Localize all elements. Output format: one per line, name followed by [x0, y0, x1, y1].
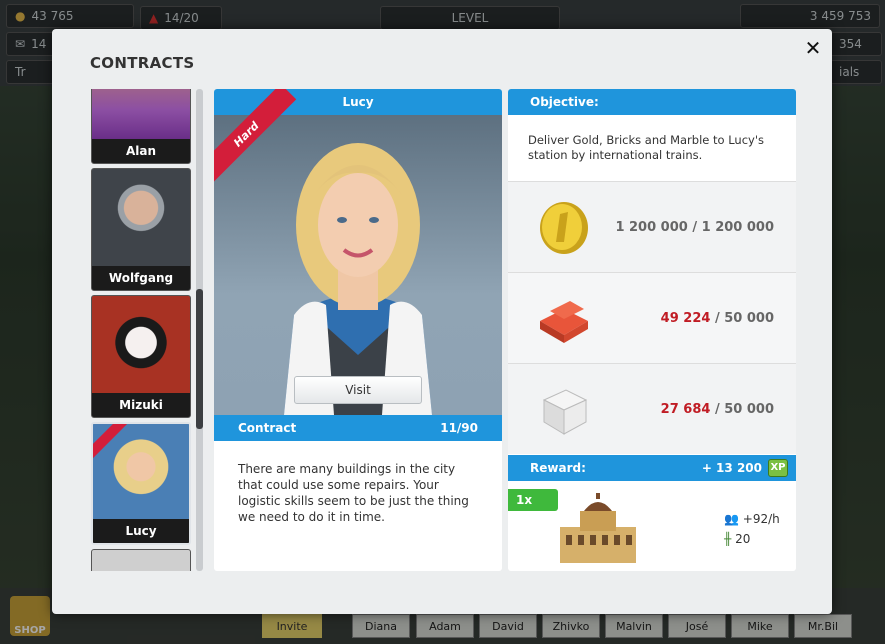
gold-coin-icon	[540, 202, 588, 254]
objective-item-gold: 1 200 000 / 1 200 000	[508, 181, 796, 272]
reward-stats: 👥 +92/h ╫ 20	[724, 509, 780, 549]
objective-item-marble: 27 684 / 50 000	[508, 363, 796, 454]
reward-header: Reward: + 13 200 XP	[508, 455, 796, 481]
contracts-dialog: CONTRACTS ✕ Alan Wolfgang Mizuki Lucy Lu…	[52, 29, 832, 614]
avatar	[92, 89, 190, 139]
reward-passengers: +92/h	[742, 512, 780, 526]
objective-current: 27 684	[660, 401, 711, 417]
marble-icon	[542, 389, 588, 435]
objective-panel: Objective: Deliver Gold, Bricks and Marb…	[508, 89, 796, 571]
contact-name: Mizuki	[92, 393, 190, 417]
bricks-icon	[540, 301, 588, 343]
close-icon[interactable]: ✕	[802, 37, 824, 59]
avatar	[92, 550, 190, 571]
contact-name: Wolfgang	[92, 266, 190, 290]
contract-progress-bar: Contract 11/90	[214, 415, 502, 441]
lucy-illustration	[284, 143, 432, 415]
objective-value: 49 224 / 50 000	[660, 310, 774, 326]
passengers-icon: 👥	[724, 512, 739, 526]
contract-progress: 11/90	[440, 421, 478, 435]
contact-card[interactable]	[91, 549, 191, 571]
objective-value: 27 684 / 50 000	[660, 401, 774, 417]
dialog-title: CONTRACTS	[90, 54, 195, 72]
reward-capacity: 20	[735, 532, 751, 546]
reward-label: Reward:	[530, 461, 586, 475]
station-building-icon	[560, 493, 636, 563]
objective-target: 50 000	[724, 310, 774, 326]
xp-badge: XP	[768, 459, 788, 477]
objective-header: Objective:	[508, 89, 796, 115]
objective-current: 49 224	[660, 310, 711, 326]
contact-name: Lucy	[93, 519, 189, 543]
objective-target: 1 200 000	[701, 219, 774, 235]
contact-card-alan[interactable]: Alan	[91, 89, 191, 164]
avatar	[92, 296, 190, 393]
avatar	[92, 169, 190, 266]
contact-card-lucy[interactable]: Lucy	[91, 422, 191, 545]
contract-label: Contract	[238, 421, 297, 435]
contact-name: Alan	[92, 139, 190, 163]
contact-portrait	[214, 115, 502, 415]
contact-card-wolfgang[interactable]: Wolfgang	[91, 168, 191, 291]
contacts-list[interactable]: Alan Wolfgang Mizuki Lucy	[90, 89, 204, 571]
multiplier-badge: 1x	[508, 489, 558, 511]
reward-xp: + 13 200	[701, 461, 762, 475]
visit-button[interactable]: Visit	[294, 376, 422, 404]
scrollbar-thumb[interactable]	[196, 289, 203, 429]
objective-value: 1 200 000 / 1 200 000	[615, 219, 774, 235]
track-icon: ╫	[724, 532, 732, 546]
objective-target: 50 000	[724, 401, 774, 417]
contract-description: There are many buildings in the city tha…	[238, 462, 469, 524]
objective-current: 1 200 000	[615, 219, 688, 235]
objective-text: Deliver Gold, Bricks and Marble to Lucy'…	[528, 133, 764, 162]
list-scrollbar[interactable]	[196, 89, 203, 571]
contract-panel: Lucy Hard Visit Contract 11/90 There are…	[214, 89, 502, 571]
objective-item-bricks: 49 224 / 50 000	[508, 272, 796, 363]
contact-card-mizuki[interactable]: Mizuki	[91, 295, 191, 418]
